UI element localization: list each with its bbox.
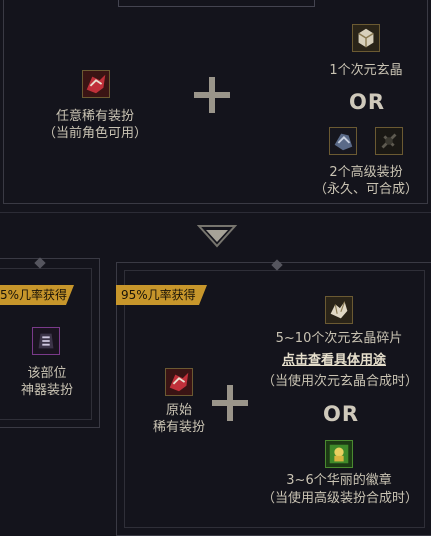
- plus-icon-2: [212, 385, 248, 421]
- advanced-costume-note: （永久、可合成）: [313, 182, 418, 197]
- down-arrow-icon: [196, 224, 238, 248]
- section-divider: [0, 212, 431, 213]
- artifact-costume-label: 该部位: [27, 366, 67, 381]
- top-panel-ornament: [118, 0, 315, 7]
- crystal-fragment-icon: [325, 296, 353, 324]
- dimension-crystal-label: 1个次元玄晶: [329, 63, 403, 78]
- fancy-badge-label: 3~6个华丽的徽章: [286, 473, 392, 488]
- or-label: OR: [349, 90, 386, 114]
- artifact-costume-note: 神器装扮: [20, 383, 73, 398]
- artifact-costume-icon: [32, 327, 60, 355]
- fancy-badge-note: （当使用高级装扮合成时）: [261, 491, 418, 506]
- crystal-fragment-note: （当使用次元玄晶合成时）: [261, 374, 418, 389]
- crystal-fragment-label: 5~10个次元玄晶碎片: [275, 331, 403, 346]
- fancy-badge-icon: [325, 440, 353, 468]
- right-probability-badge: 95%几率获得: [116, 285, 207, 305]
- dimension-crystal-icon: [352, 24, 380, 52]
- or-label-2: OR: [323, 402, 360, 426]
- rare-costume-icon: [82, 70, 110, 98]
- original-rare-costume-icon: [165, 368, 193, 396]
- original-costume-note: 稀有装扮: [152, 420, 205, 435]
- left-probability-badge: 5%几率获得: [0, 285, 74, 305]
- advanced-costume-icon-1: [329, 127, 357, 155]
- plus-icon: [194, 77, 230, 113]
- view-usage-link[interactable]: 点击查看具体用途: [282, 352, 386, 370]
- rare-costume-note: （当前角色可用）: [42, 126, 147, 141]
- advanced-costume-icon-2: [375, 127, 403, 155]
- rare-costume-label: 任意稀有装扮: [55, 109, 134, 124]
- advanced-costume-label: 2个高级装扮: [329, 165, 403, 180]
- original-costume-label: 原始: [165, 403, 192, 418]
